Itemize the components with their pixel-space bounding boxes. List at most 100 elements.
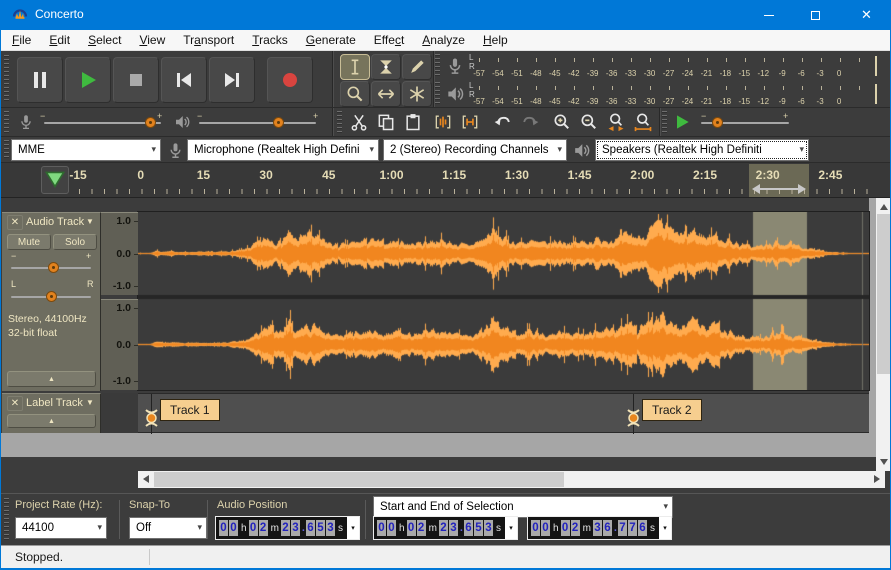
trim-audio-button[interactable]: [428, 109, 458, 135]
timeline-ruler[interactable]: -1501530451:001:151:301:452:002:152:302:…: [1, 163, 890, 198]
track-title[interactable]: Audio Track: [26, 216, 84, 228]
time-field-dropdown-icon[interactable]: ▾: [347, 517, 359, 539]
time-digit[interactable]: 6: [306, 520, 315, 536]
playback-meter[interactable]: LR -57-54-51-48-45-42-39-36-33-30-27-24-…: [435, 80, 885, 108]
record-button[interactable]: [267, 57, 313, 103]
selection-end-field[interactable]: 00h02m36.776s▾: [527, 516, 672, 540]
collapse-track-button[interactable]: ▲: [7, 414, 96, 428]
undo-button[interactable]: [488, 109, 518, 135]
time-digit[interactable]: 6: [603, 520, 612, 536]
close-button[interactable]: ✕: [843, 0, 890, 30]
time-digit[interactable]: 3: [449, 520, 458, 536]
time-digit[interactable]: 0: [531, 520, 540, 536]
recording-channels-select[interactable]: 2 (Stereo) Recording Channels▾: [383, 139, 567, 161]
cut-button[interactable]: [344, 109, 374, 135]
stop-button[interactable]: [113, 57, 159, 103]
playback-device-select[interactable]: Speakers (Realtek High Definiti▾: [595, 139, 809, 161]
time-digit[interactable]: 7: [618, 520, 627, 536]
selection-tool-button[interactable]: [340, 54, 370, 80]
solo-button[interactable]: Solo: [53, 234, 97, 250]
pan-thumb[interactable]: [46, 291, 57, 302]
horizontal-scrollbar[interactable]: [138, 471, 885, 488]
horizontal-scroll-thumb[interactable]: [154, 472, 564, 487]
recording-meter-gripper[interactable]: [435, 54, 440, 78]
timeline-options-button[interactable]: [41, 166, 69, 194]
copy-button[interactable]: [371, 109, 401, 135]
snap-to-select[interactable]: Off▾: [129, 517, 207, 539]
gain-thumb[interactable]: [48, 262, 59, 273]
playback-meter-gripper[interactable]: [435, 82, 440, 106]
time-digit[interactable]: 2: [571, 520, 580, 536]
time-digit[interactable]: 0: [249, 520, 258, 536]
close-track-button[interactable]: ✕: [7, 215, 23, 230]
track-menu-caret-icon[interactable]: ▼: [86, 398, 94, 407]
time-digit[interactable]: 2: [439, 520, 448, 536]
input-volume-slider[interactable]: [44, 122, 161, 124]
time-digit[interactable]: 0: [219, 520, 228, 536]
label-text[interactable]: Track 1: [160, 399, 220, 421]
recording-meter[interactable]: LR -57-54-51-48-45-42-39-36-33-30-27-24-…: [435, 52, 885, 80]
time-digit[interactable]: 0: [561, 520, 570, 536]
draw-tool-button[interactable]: [402, 54, 432, 80]
menu-effect[interactable]: Effect: [365, 30, 413, 51]
pause-button[interactable]: [17, 57, 63, 103]
time-digit[interactable]: 2: [417, 520, 426, 536]
collapse-track-button[interactable]: ▲: [7, 371, 96, 387]
time-field-dropdown-icon[interactable]: ▾: [505, 517, 517, 539]
menu-generate[interactable]: Generate: [297, 30, 365, 51]
scroll-down-icon[interactable]: [880, 459, 888, 465]
menu-select[interactable]: Select: [79, 30, 130, 51]
mute-button[interactable]: Mute: [7, 234, 51, 250]
time-digit[interactable]: 6: [638, 520, 647, 536]
envelope-tool-button[interactable]: [371, 54, 401, 80]
menu-transport[interactable]: Transport: [174, 30, 243, 51]
time-digit[interactable]: 0: [377, 520, 386, 536]
label-marker-flag[interactable]: [627, 407, 640, 429]
menu-help[interactable]: Help: [474, 30, 517, 51]
label-text[interactable]: Track 2: [642, 399, 702, 421]
zoom-tool-button[interactable]: [340, 81, 370, 107]
scroll-up-icon[interactable]: [880, 204, 888, 210]
zoom-selection-button[interactable]: [601, 109, 631, 135]
time-digit[interactable]: 0: [407, 520, 416, 536]
vertical-scroll-thumb[interactable]: [877, 214, 891, 374]
silence-audio-button[interactable]: [455, 109, 485, 135]
menu-edit[interactable]: Edit: [40, 30, 79, 51]
vertical-scale-channel-1[interactable]: 1.00.0-1.0: [101, 212, 138, 295]
zoom-fit-button[interactable]: [628, 109, 658, 135]
project-rate-select[interactable]: 44100▾: [15, 517, 107, 539]
time-digit[interactable]: 0: [541, 520, 550, 536]
timeshift-tool-button[interactable]: [371, 81, 401, 107]
zoom-out-button[interactable]: [574, 109, 604, 135]
vertical-scale-channel-2[interactable]: 1.00.0-1.0: [101, 299, 138, 390]
time-digit[interactable]: 5: [316, 520, 325, 536]
track-title[interactable]: Label Track: [26, 397, 83, 409]
time-digit[interactable]: 3: [593, 520, 602, 536]
selection-start-field[interactable]: 00h02m23.653s▾: [373, 516, 518, 540]
label-track-row[interactable]: Track 1 Track 2: [138, 393, 869, 433]
menu-file[interactable]: File: [3, 30, 40, 51]
track-menu-caret-icon[interactable]: ▼: [86, 217, 94, 226]
selection-drag-handle[interactable]: [752, 183, 806, 195]
scroll-right-icon[interactable]: [874, 475, 880, 483]
close-track-button[interactable]: ✕: [7, 396, 23, 411]
play-at-speed-button[interactable]: [667, 109, 697, 135]
vertical-scrollbar[interactable]: [876, 198, 891, 471]
paste-button[interactable]: [398, 109, 428, 135]
zoom-in-button[interactable]: [547, 109, 577, 135]
menu-analyze[interactable]: Analyze: [413, 30, 474, 51]
time-digit[interactable]: 3: [291, 520, 300, 536]
output-volume-thumb[interactable]: [273, 117, 284, 128]
audio-position-field[interactable]: 00h02m23.653s▾: [215, 516, 360, 540]
menu-view[interactable]: View: [130, 30, 174, 51]
label-marker-flag[interactable]: [145, 407, 158, 429]
output-volume-slider[interactable]: [199, 122, 316, 124]
device-toolbar-gripper[interactable]: [4, 140, 9, 159]
play-speed-thumb[interactable]: [712, 117, 723, 128]
transport-toolbar-gripper[interactable]: [4, 55, 9, 103]
time-field-dropdown-icon[interactable]: ▾: [659, 517, 671, 539]
scroll-left-icon[interactable]: [143, 475, 149, 483]
selection-toolbar-gripper[interactable]: [4, 498, 9, 541]
time-digit[interactable]: 3: [326, 520, 335, 536]
edit-toolbar-gripper[interactable]: [337, 111, 342, 133]
